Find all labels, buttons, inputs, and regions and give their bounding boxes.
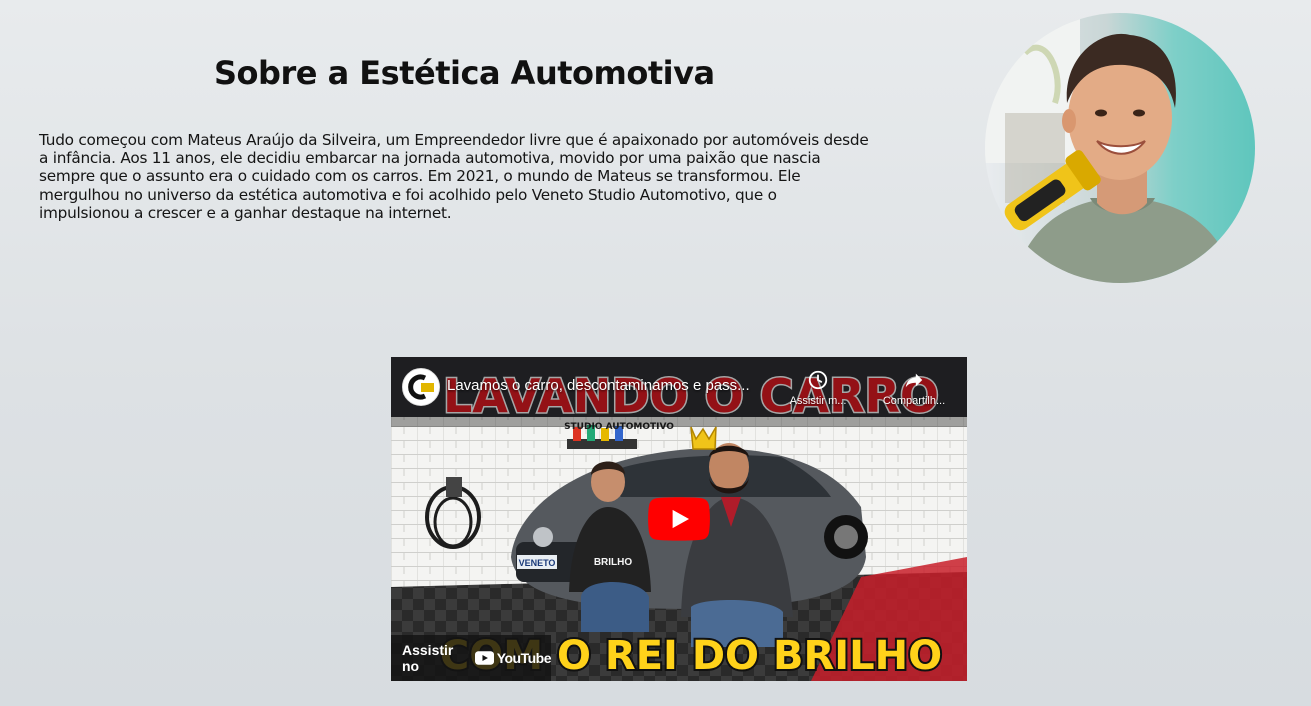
watch-on-label: Assistir no [402,642,454,674]
watch-later-label: Assistir m... [789,395,847,407]
channel-avatar[interactable] [402,368,440,406]
youtube-embed[interactable]: VENETO BRILHO LAVANDO O CARRO STUDIO AUT… [391,357,967,681]
youtube-wordmark: YouTube [496,650,552,666]
share-button[interactable]: Compartilh... [875,369,953,407]
watch-on-youtube-button[interactable]: Assistir no YouTube [391,635,552,681]
profile-photo-illustration [985,13,1255,283]
watch-later-button[interactable]: Assistir m... [784,369,852,407]
clock-icon [808,370,828,390]
video-title[interactable]: Lavamos o carro, descontaminamos e pass.… [447,377,777,394]
thumb-plate: VENETO [519,558,556,568]
play-button[interactable] [648,497,710,545]
profile-photo [985,13,1255,283]
thumb-shirt: BRILHO [594,557,633,568]
youtube-logo-icon [474,651,494,665]
section-title: Sobre a Estética Automotiva [214,54,715,92]
play-icon [648,497,710,541]
share-arrow-icon [905,373,923,388]
about-paragraph: Tudo começou com Mateus Araújo da Silvei… [39,131,869,222]
channel-logo-icon [403,369,439,405]
share-label: Compartilh... [882,395,946,407]
